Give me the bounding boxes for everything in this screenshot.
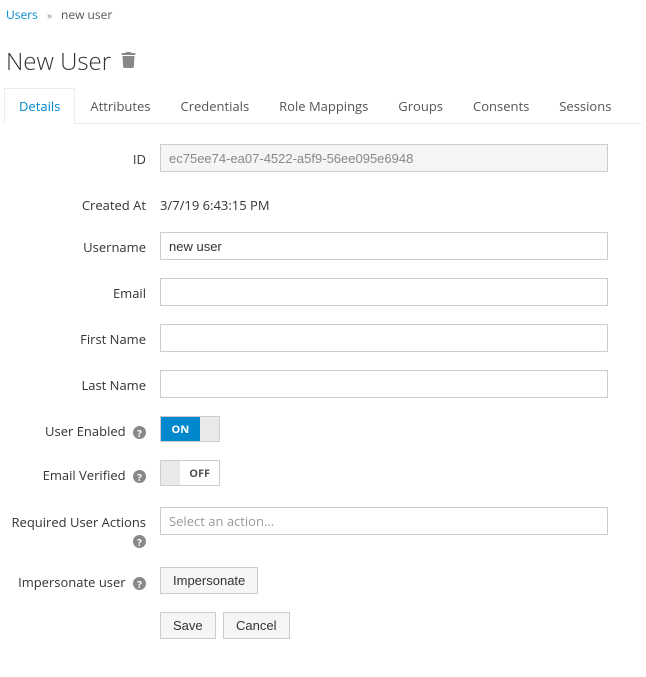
user-enabled-label: User Enabled ? bbox=[10, 416, 160, 440]
required-actions-label: Required User Actions ? bbox=[10, 507, 160, 549]
breadcrumb-users-link[interactable]: Users bbox=[6, 6, 38, 23]
email-field[interactable] bbox=[160, 278, 608, 306]
last-name-label: Last Name bbox=[10, 370, 160, 394]
email-verified-toggle[interactable]: OFF bbox=[160, 460, 220, 486]
tab-sessions[interactable]: Sessions bbox=[544, 88, 626, 124]
save-button[interactable]: Save bbox=[160, 612, 216, 639]
toggle-off-segment: OFF bbox=[180, 461, 219, 485]
tab-role-mappings[interactable]: Role Mappings bbox=[264, 88, 383, 124]
breadcrumb-current: new user bbox=[61, 6, 112, 23]
required-actions-select[interactable]: Select an action... bbox=[160, 507, 608, 535]
first-name-field[interactable] bbox=[160, 324, 608, 352]
first-name-label: First Name bbox=[10, 324, 160, 348]
toggle-off-segment bbox=[200, 417, 219, 441]
email-verified-label: Email Verified ? bbox=[10, 460, 160, 484]
tab-credentials[interactable]: Credentials bbox=[166, 88, 265, 124]
username-field[interactable] bbox=[160, 232, 608, 260]
tab-attributes[interactable]: Attributes bbox=[75, 88, 165, 124]
impersonate-button[interactable]: Impersonate bbox=[160, 567, 258, 594]
tab-details[interactable]: Details bbox=[4, 88, 75, 124]
page-title: New User bbox=[6, 45, 111, 78]
id-field bbox=[160, 144, 608, 172]
toggle-on-segment bbox=[161, 461, 180, 485]
details-form: ID Created At 3/7/19 6:43:15 PM Username… bbox=[0, 124, 646, 639]
user-enabled-toggle[interactable]: ON bbox=[160, 416, 220, 442]
username-label: Username bbox=[10, 232, 160, 256]
id-label: ID bbox=[10, 144, 160, 168]
help-icon[interactable]: ? bbox=[133, 535, 146, 548]
breadcrumb: Users » new user bbox=[0, 0, 646, 27]
trash-icon[interactable] bbox=[121, 51, 136, 73]
impersonate-user-label: Impersonate user ? bbox=[10, 567, 160, 591]
last-name-field[interactable] bbox=[160, 370, 608, 398]
email-label: Email bbox=[10, 278, 160, 302]
help-icon[interactable]: ? bbox=[133, 470, 146, 483]
title-row: New User bbox=[0, 27, 646, 88]
tab-groups[interactable]: Groups bbox=[383, 88, 458, 124]
tabs: Details Attributes Credentials Role Mapp… bbox=[4, 88, 642, 124]
cancel-button[interactable]: Cancel bbox=[223, 612, 289, 639]
tab-consents[interactable]: Consents bbox=[458, 88, 544, 124]
toggle-on-segment: ON bbox=[161, 417, 200, 441]
created-at-value: 3/7/19 6:43:15 PM bbox=[160, 190, 636, 214]
created-at-label: Created At bbox=[10, 190, 160, 214]
help-icon[interactable]: ? bbox=[133, 426, 146, 439]
chevron-right-icon: » bbox=[47, 8, 52, 22]
